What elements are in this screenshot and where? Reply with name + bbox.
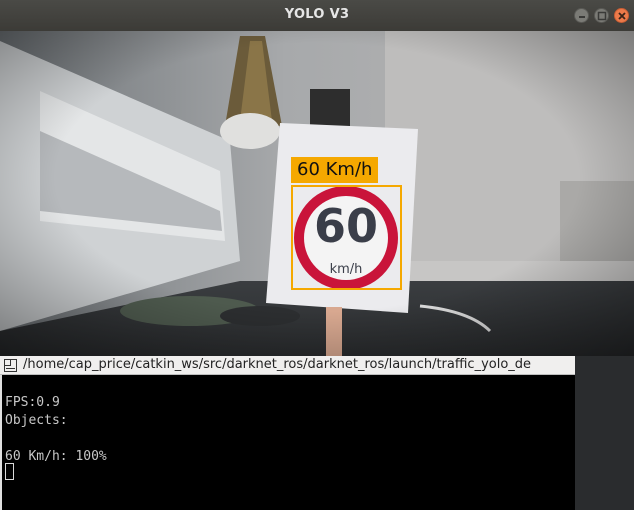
yolo-window: YOLO V3 60 km/h 60 Km/h /home/cap_price/… [0,0,634,510]
close-icon [618,12,626,20]
minimize-button[interactable] [574,8,589,23]
detection-label: 60 Km/h [291,157,379,183]
close-button[interactable] [614,8,629,23]
camera-view-edge [575,356,634,510]
terminal-title-bar[interactable]: /home/cap_price/catkin_ws/src/darknet_ro… [0,356,575,375]
window-title: YOLO V3 [284,7,350,22]
title-bar[interactable]: YOLO V3 [0,0,634,31]
terminal-title: /home/cap_price/catkin_ws/src/darknet_ro… [23,357,532,372]
terminal-icon [4,359,17,372]
maximize-icon [597,11,607,21]
terminal-line-detection: 60 Km/h: 100% [5,449,107,464]
camera-view: 60 km/h 60 Km/h [0,31,634,356]
detection-box [291,185,402,290]
terminal-output[interactable]: FPS:0.9 Objects: 60 Km/h: 100% [0,375,575,510]
terminal-cursor [5,463,14,480]
terminal-line-objects: Objects: [5,413,68,428]
minimize-icon [579,16,585,18]
terminal-window[interactable]: /home/cap_price/catkin_ws/src/darknet_ro… [0,356,575,510]
maximize-button[interactable] [594,8,609,23]
terminal-line-fps: FPS:0.9 [5,395,60,410]
